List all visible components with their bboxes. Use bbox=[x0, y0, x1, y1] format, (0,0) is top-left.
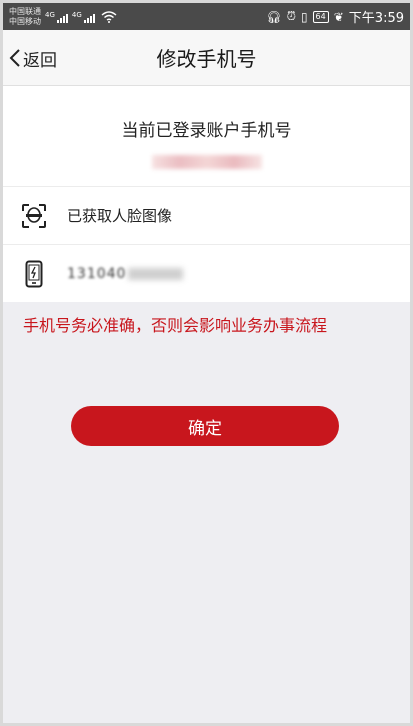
status-right: 🎧︎ ⏰︎ ▯ 64 ❦ 下午3:59 bbox=[266, 3, 404, 30]
status-bar: 中国联通 中国移动 4G 4G 🎧︎ ⏰︎ ▯ 64 ❦ 下午3:59 bbox=[3, 3, 410, 30]
leaf-icon: ❦ bbox=[333, 9, 344, 24]
info-card: 当前已登录账户手机号 已获取人脸图像 131040 bbox=[3, 86, 410, 302]
warning-text: 手机号务必准确，否则会影响业务办事流程 bbox=[23, 316, 328, 335]
nav-bar: 返回 修改手机号 bbox=[3, 30, 410, 86]
phone-screen: 中国联通 中国移动 4G 4G 🎧︎ ⏰︎ ▯ 64 ❦ 下午3:59 返回 修… bbox=[3, 3, 410, 723]
carrier-names: 中国联通 中国移动 bbox=[9, 7, 41, 27]
vibrate-icon: ▯ bbox=[300, 9, 308, 24]
confirm-button[interactable]: 确定 bbox=[71, 406, 339, 446]
face-row[interactable]: 已获取人脸图像 bbox=[3, 186, 410, 244]
phone-number-prefix: 131040 bbox=[67, 265, 127, 282]
signal-icon: 4G bbox=[72, 11, 95, 23]
mobile-phone-icon bbox=[21, 260, 47, 288]
masked-account-phone bbox=[151, 155, 262, 169]
headphone-icon: 🎧︎ bbox=[266, 9, 282, 24]
carrier-2: 中国移动 bbox=[9, 16, 41, 26]
signal-icon: 4G bbox=[45, 11, 68, 23]
back-label: 返回 bbox=[23, 50, 57, 71]
phone-number-masked bbox=[128, 267, 184, 280]
network-type-2: 4G bbox=[71, 10, 82, 19]
back-button[interactable]: 返回 bbox=[9, 30, 57, 86]
page-title: 修改手机号 bbox=[156, 47, 257, 71]
wifi-icon bbox=[101, 10, 117, 23]
account-section: 当前已登录账户手机号 bbox=[3, 86, 410, 186]
account-label: 当前已登录账户手机号 bbox=[121, 121, 292, 141]
face-status-text: 已获取人脸图像 bbox=[67, 207, 173, 225]
network-type-1: 4G bbox=[45, 10, 55, 19]
face-scan-icon bbox=[21, 202, 47, 230]
carrier-1: 中国联通 bbox=[9, 6, 41, 16]
phone-row[interactable]: 131040 bbox=[3, 244, 410, 302]
phone-number-field[interactable]: 131040 bbox=[67, 265, 184, 282]
battery-icon: 64 bbox=[312, 10, 329, 23]
alarm-icon: ⏰︎ bbox=[286, 9, 296, 23]
status-time: 下午3:59 bbox=[348, 11, 404, 26]
chevron-left-icon bbox=[9, 49, 20, 67]
